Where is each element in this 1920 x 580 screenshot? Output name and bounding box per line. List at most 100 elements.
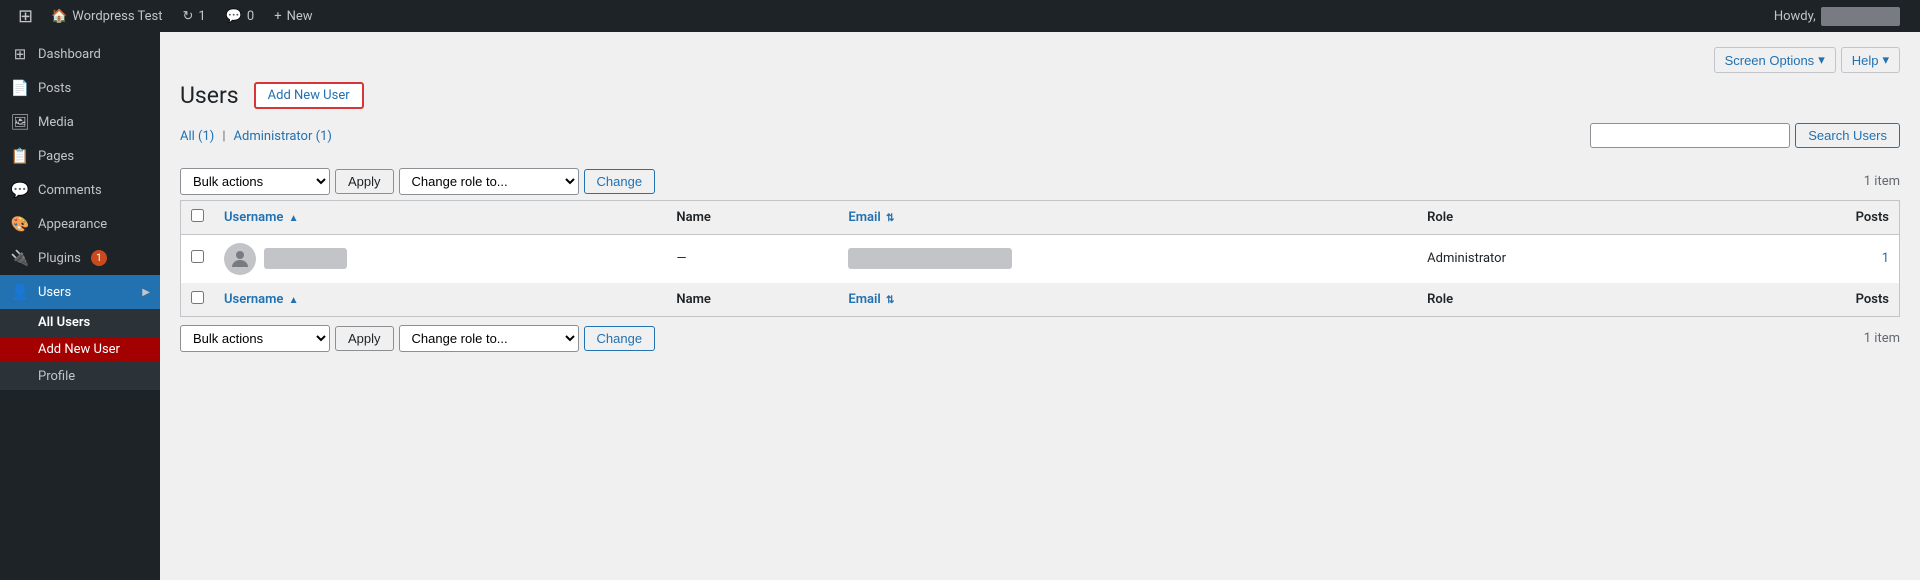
filter-administrator[interactable]: Administrator (1)	[234, 129, 332, 144]
plugins-icon: 🔌	[10, 249, 30, 267]
row-checkbox-cell	[181, 234, 215, 283]
th-name: Name	[666, 200, 838, 234]
page-header: Users Add New User	[180, 81, 1900, 111]
comments-count: 0	[247, 9, 254, 24]
sidebar-item-comments[interactable]: 💬 Comments	[0, 173, 160, 207]
name-cell: —	[666, 234, 838, 283]
pages-icon: 📋	[10, 147, 30, 165]
plugins-badge: 1	[91, 250, 107, 266]
site-name: Wordpress Test	[72, 9, 162, 24]
email-text	[848, 248, 1011, 269]
email-cell	[838, 234, 1417, 283]
apply-bottom-button[interactable]: Apply	[335, 326, 394, 351]
sort-asc-icon: ▲	[289, 213, 299, 224]
screen-options-label: Screen Options	[1725, 53, 1815, 68]
change-role-bottom-select[interactable]: Change role to...	[399, 325, 579, 352]
submenu-all-users[interactable]: All Users	[0, 309, 160, 336]
adminbar-comments[interactable]: 💬 0	[216, 0, 265, 32]
tfoot-checkbox	[181, 283, 215, 317]
submenu-profile[interactable]: Profile	[0, 363, 160, 390]
bulk-actions-top-select[interactable]: Bulk actions	[180, 168, 330, 195]
updates-count: 1	[198, 9, 205, 24]
admin-username	[1821, 7, 1900, 26]
sidebar-item-posts[interactable]: 📄 Posts	[0, 71, 160, 105]
username-text[interactable]	[264, 248, 347, 269]
users-table: Username ▲ Name Email ⇅ Role Posts	[180, 200, 1900, 317]
adminbar-updates[interactable]: ↻ 1	[173, 0, 216, 32]
screen-options-button[interactable]: Screen Options ▾	[1714, 47, 1836, 73]
appearance-icon: 🎨	[10, 215, 30, 233]
apply-top-button[interactable]: Apply	[335, 169, 394, 194]
change-bottom-button[interactable]: Change	[584, 326, 656, 351]
sidebar: ⊞ Dashboard 📄 Posts 🖼 Media 📋 Pages 💬 Co…	[0, 32, 160, 580]
sidebar-item-plugins[interactable]: 🔌 Plugins 1	[0, 241, 160, 275]
chevron-down-icon: ▾	[1882, 52, 1889, 68]
help-button[interactable]: Help ▾	[1841, 47, 1900, 73]
th-role: Role	[1417, 200, 1729, 234]
item-count-top: 1 item	[1864, 174, 1900, 189]
change-role-top-select[interactable]: Change role to...	[399, 168, 579, 195]
adminbar-howdy[interactable]: Howdy,	[1764, 0, 1910, 32]
posts-icon: 📄	[10, 79, 30, 97]
th-checkbox	[181, 200, 215, 234]
bulk-actions-bottom-select[interactable]: Bulk actions	[180, 325, 330, 352]
sidebar-item-dashboard[interactable]: ⊞ Dashboard	[0, 37, 160, 71]
media-icon: 🖼	[10, 113, 30, 131]
adminbar-site[interactable]: 🏠 Wordpress Test	[41, 0, 172, 32]
posts-cell: 1	[1729, 234, 1899, 283]
search-input[interactable]	[1590, 123, 1790, 148]
comments-icon: 💬	[226, 9, 242, 24]
table-row: — Administrator 1	[181, 234, 1900, 283]
tfoot-th-email[interactable]: Email ⇅	[838, 283, 1417, 317]
search-users-button[interactable]: Search Users	[1795, 123, 1900, 148]
admin-bar: ⊞ 🏠 Wordpress Test ↻ 1 💬 0 + New Howdy,	[0, 0, 1920, 32]
sort-arrows-footer-icon: ⇅	[886, 295, 894, 306]
tfoot-th-posts: Posts	[1729, 283, 1899, 317]
add-new-user-button[interactable]: Add New User	[254, 82, 364, 109]
page-title: Users	[180, 81, 239, 111]
sidebar-item-label: Posts	[38, 81, 71, 96]
th-username[interactable]: Username ▲	[214, 200, 666, 234]
avatar	[224, 243, 256, 275]
sidebar-item-label: Media	[38, 115, 74, 130]
new-label: New	[287, 9, 313, 24]
users-icon: 👤	[10, 283, 30, 301]
toolbar-bottom: Bulk actions Apply Change role to... Cha…	[180, 325, 1900, 352]
chevron-right-icon: ▶	[142, 287, 150, 298]
username-cell	[214, 234, 666, 283]
sort-arrows-icon: ⇅	[886, 213, 894, 224]
adminbar-new[interactable]: + New	[264, 0, 322, 32]
updates-icon: ↻	[183, 9, 194, 24]
tfoot-th-name: Name	[666, 283, 838, 317]
select-all-checkbox[interactable]	[191, 209, 204, 222]
filter-all[interactable]: All (1)	[180, 129, 214, 144]
sidebar-item-label: Plugins	[38, 251, 81, 266]
tfoot-th-username[interactable]: Username ▲	[214, 283, 666, 317]
sidebar-item-pages[interactable]: 📋 Pages	[0, 139, 160, 173]
toolbar-top: Bulk actions Apply Change role to... Cha…	[180, 168, 1900, 195]
th-email[interactable]: Email ⇅	[838, 200, 1417, 234]
sidebar-item-label: Users	[38, 285, 71, 300]
th-posts: Posts	[1729, 200, 1899, 234]
sidebar-item-media[interactable]: 🖼 Media	[0, 105, 160, 139]
plus-icon: +	[274, 9, 281, 24]
sidebar-item-users[interactable]: 👤 Users ▶	[0, 275, 160, 309]
filter-bar: All (1) | Administrator (1)	[180, 129, 332, 144]
role-cell: Administrator	[1417, 234, 1729, 283]
wp-logo-icon[interactable]: ⊞	[10, 6, 41, 27]
change-top-button[interactable]: Change	[584, 169, 656, 194]
main-content: Screen Options ▾ Help ▾ Users Add New Us…	[160, 32, 1920, 580]
posts-count-link[interactable]: 1	[1882, 251, 1889, 266]
select-all-footer-checkbox[interactable]	[191, 291, 204, 304]
dashboard-icon: ⊞	[10, 45, 30, 63]
help-label: Help	[1852, 53, 1879, 68]
sidebar-item-label: Dashboard	[38, 47, 101, 62]
sidebar-item-label: Comments	[38, 183, 102, 198]
row-checkbox[interactable]	[191, 250, 204, 263]
sort-asc-footer-icon: ▲	[289, 295, 299, 306]
search-row: Search Users	[1590, 123, 1900, 148]
submenu-add-new-user[interactable]: Add New User	[0, 338, 160, 361]
comments-nav-icon: 💬	[10, 181, 30, 199]
sidebar-item-appearance[interactable]: 🎨 Appearance	[0, 207, 160, 241]
sidebar-item-label: Pages	[38, 149, 74, 164]
